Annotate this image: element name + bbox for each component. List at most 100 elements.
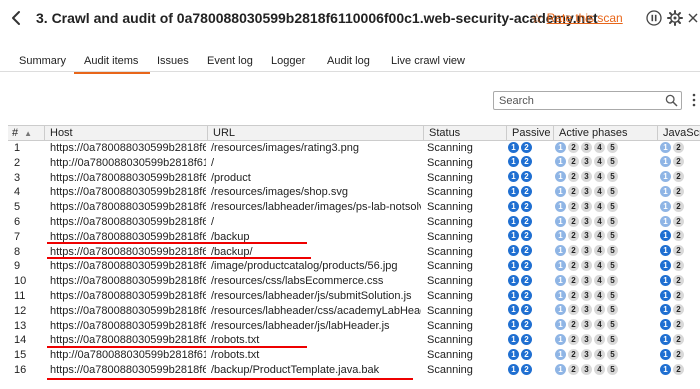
table-body: 1 https://0a780088030599b2818f611... /reso… [8, 141, 700, 378]
row-url: /resources/images/rating3.png [211, 142, 359, 154]
row-status: Scanning [427, 349, 473, 362]
table-row[interactable]: 6 https://0a780088030599b2818f611... / Scan… [8, 215, 700, 230]
phase-badge: 2 [568, 215, 579, 227]
phase-badge: 2 [568, 348, 579, 360]
table-row[interactable]: 5 https://0a780088030599b2818f611... /reso… [8, 200, 700, 215]
close-icon[interactable] [687, 10, 699, 26]
row-active-phases: 12345 [555, 319, 657, 334]
phase-badge: 1 [660, 348, 671, 360]
row-number: 6 [14, 215, 21, 228]
row-javascript-phase: 12 [660, 185, 700, 200]
row-number: 12 [14, 304, 27, 317]
col-header-url[interactable]: URL [207, 126, 423, 141]
row-url: /image/productcatalog/products/56.jpg [211, 260, 398, 273]
phase-badge: 2 [673, 200, 684, 212]
table-row[interactable]: 10 https://0a780088030599b2818f611... /res… [8, 274, 700, 289]
phase-badge: 5 [607, 319, 618, 331]
row-active-phases: 12345 [555, 171, 657, 186]
phase-badge: 2 [521, 185, 532, 197]
phase-badge: 3 [581, 363, 592, 375]
row-passive-phase: 12 [508, 304, 555, 319]
row-active-phases: 12345 [555, 274, 657, 289]
table-row[interactable]: 4 https://0a780088030599b2818f611... /reso… [8, 185, 700, 200]
row-url: /resources/images/shop.svg [211, 186, 348, 199]
row-active-phases: 12345 [555, 289, 657, 304]
row-passive-phase: 12 [508, 319, 555, 334]
row-passive-phase: 12 [508, 185, 555, 200]
tab-issues[interactable]: Issues [157, 55, 189, 67]
table-header: #▲ Host URL Status Passive phase Active … [8, 125, 700, 141]
col-header-passive-phase[interactable]: Passive phase [506, 126, 553, 141]
phase-badge: 2 [673, 304, 684, 316]
row-number: 9 [14, 260, 21, 273]
phase-badge: 4 [594, 185, 605, 197]
tab-audit-items[interactable]: Audit items [73, 55, 151, 74]
row-passive-phase: 12 [508, 274, 555, 289]
rate-scan-link[interactable]: ☆ Rate this scan [531, 11, 623, 25]
table-row[interactable]: 13https://0a780088030599b2818f611.../res… [8, 319, 700, 334]
phase-badge: 1 [555, 333, 566, 345]
col-header-status[interactable]: Status [423, 126, 506, 141]
row-url: / [211, 215, 215, 228]
search-box [493, 91, 682, 110]
phase-badge: 2 [568, 333, 579, 345]
tab-logger[interactable]: Logger [271, 55, 305, 67]
row-passive-phase: 12 [508, 141, 555, 156]
row-passive-phase: 12 [508, 333, 555, 348]
phase-badge: 3 [581, 185, 592, 197]
table-row[interactable]: 3 https://0a780088030599b2818f611... /prod… [8, 171, 700, 186]
phase-badge: 2 [521, 274, 532, 286]
row-number: 4 [14, 186, 21, 199]
tab-summary[interactable]: Summary [19, 55, 66, 67]
phase-badge: 5 [607, 274, 618, 286]
search-icon[interactable] [665, 94, 678, 107]
row-status: Scanning [427, 363, 473, 376]
table-row[interactable]: 15http://0a780088030599b2818f611.../robo… [8, 348, 700, 363]
row-url: /backup/ProductTemplate.java.bak [211, 363, 380, 376]
phase-badge: 3 [581, 156, 592, 168]
phase-badge: 1 [555, 304, 566, 316]
phase-badge: 1 [660, 185, 671, 197]
row-javascript-phase: 12 [660, 259, 700, 274]
pause-icon[interactable] [646, 10, 662, 26]
phase-badge: 3 [581, 141, 592, 153]
tab-live-crawl-view[interactable]: Live crawl view [391, 55, 465, 67]
row-passive-phase: 12 [508, 245, 555, 260]
search-input[interactable] [499, 94, 649, 108]
row-status: Scanning [427, 142, 473, 154]
back-arrow-icon[interactable] [8, 9, 26, 27]
col-header-host[interactable]: Host [44, 126, 207, 141]
tab-event-log[interactable]: Event log [207, 55, 253, 67]
phase-badge: 4 [594, 319, 605, 331]
phase-badge: 5 [607, 200, 618, 212]
tab-audit-log[interactable]: Audit log [327, 55, 370, 67]
table-row[interactable]: 16 https://0a780088030599b2818f611... /bac… [8, 363, 700, 378]
phase-badge: 5 [607, 215, 618, 227]
phase-badge: 3 [581, 245, 592, 257]
phase-badge: 3 [581, 274, 592, 286]
col-header-active-phases[interactable]: Active phases [553, 126, 657, 141]
col-header-num[interactable]: # ▲ [8, 126, 44, 141]
table-row[interactable]: 1 https://0a780088030599b2818f611... /reso… [8, 141, 700, 156]
table-row[interactable]: 2 http://0a780088030599b2818f611... / Scann… [8, 156, 700, 171]
row-status: Scanning [427, 275, 473, 288]
phase-badge: 2 [521, 348, 532, 360]
col-header-javascript[interactable]: JavaScript [657, 126, 700, 141]
row-status: Scanning [427, 245, 473, 258]
row-status: Scanning [427, 260, 473, 273]
phase-badge: 1 [508, 259, 519, 271]
phase-badge: 2 [521, 245, 532, 257]
table-row[interactable]: 12https://0a780088030599b2818f611.../res… [8, 304, 700, 319]
phase-badge: 3 [581, 259, 592, 271]
row-javascript-phase: 12 [660, 245, 700, 260]
more-options-icon[interactable] [692, 93, 696, 107]
row-number: 2 [14, 156, 21, 169]
row-javascript-phase: 12 [660, 171, 700, 186]
phase-badge: 2 [521, 363, 532, 375]
gear-icon[interactable] [667, 10, 683, 26]
phase-badge: 1 [660, 333, 671, 345]
phase-badge: 1 [508, 230, 519, 242]
table-row[interactable]: 11https://0a780088030599b2818f611.../res… [8, 289, 700, 304]
phase-badge: 1 [660, 274, 671, 286]
table-row[interactable]: 9 https://0a780088030599b2818f611... /imag… [8, 259, 700, 274]
